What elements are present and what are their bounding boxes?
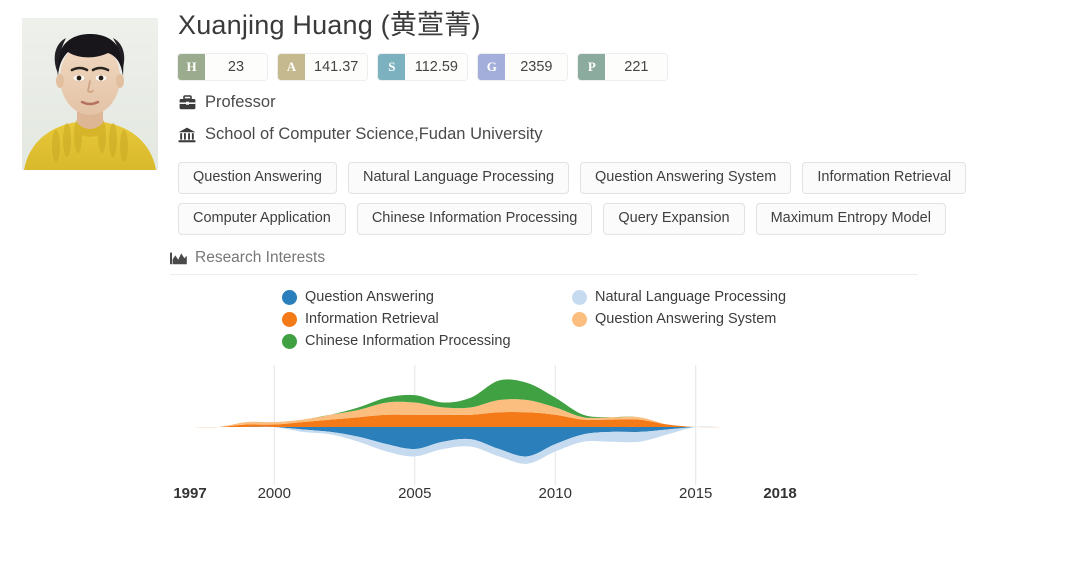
legend-label: Chinese Information Processing [305,333,511,349]
metric-badge-p[interactable]: P 221 [578,54,668,80]
profile-photo[interactable] [22,18,158,170]
legend-entry[interactable]: Natural Language Processing [572,289,918,305]
metric-badge-s[interactable]: S 112.59 [378,54,468,80]
metric-key-label: H [178,54,205,80]
research-tag-chip[interactable]: Maximum Entropy Model [755,203,946,235]
research-tag-chip[interactable]: Chinese Information Processing [356,203,593,235]
research-tag-chip[interactable]: Information Retrieval [802,162,967,194]
legend-label: Question Answering [305,289,434,305]
legend-label: Question Answering System [595,311,777,327]
metric-value: 141.37 [305,54,368,80]
research-tag-chip[interactable]: Question Answering [178,162,337,194]
research-interests-streamgraph[interactable] [160,365,920,485]
research-interests-title: Research Interests [195,249,326,266]
research-tag-chip[interactable]: Question Answering System [580,162,792,194]
research-tags-list: Question Answering Natural Language Proce… [178,162,1038,235]
metric-key-label: P [578,54,606,80]
legend-color-swatch [282,289,297,305]
research-tag-chip[interactable]: Computer Application [178,203,346,235]
legend-color-swatch [572,311,587,327]
institution-icon [178,126,196,144]
briefcase-icon [178,94,196,112]
legend-entry[interactable]: Chinese Information Processing [282,333,572,349]
research-interests-header: Research Interests [170,249,918,275]
research-tag-chip[interactable]: Query Expansion [603,203,745,235]
x-axis-tick-label: 2018 [763,485,797,502]
metrics-row: H 23 A 141.37 S 112.59 G 2359 P 221 [178,54,1068,80]
profile-info-panel: Xuanjing Huang (黄萱菁) H 23 A 141.37 S 112.59 G 2… [170,0,1068,511]
area-chart-icon [170,252,187,265]
metric-key-label: A [278,54,305,80]
metric-key-label: G [478,54,506,80]
legend-label: Information Retrieval [305,311,439,327]
x-axis-tick-label: 2000 [257,485,291,502]
legend-color-swatch [282,311,297,327]
affiliation-line: School of Computer Science,Fudan Univers… [178,125,1068,144]
position-line: Professor [178,93,1068,112]
affiliation-label: School of Computer Science,Fudan Univers… [205,125,543,143]
stream-band[interactable] [190,411,780,428]
legend-entry[interactable]: Question Answering System [572,311,918,327]
metric-badge-a[interactable]: A 141.37 [278,54,368,80]
position-label: Professor [205,93,276,111]
stream-band[interactable] [190,426,780,457]
streamgraph-svg [190,365,780,485]
research-tag-chip[interactable]: Natural Language Processing [347,162,570,194]
metric-value: 23 [205,54,267,80]
research-interests-section: Research Interests Question Answering Nat… [170,249,918,511]
legend-entry[interactable]: Question Answering [282,289,572,305]
metric-key-label: S [378,54,406,80]
page-title: Xuanjing Huang (黄萱菁) [178,10,481,40]
legend-color-swatch [282,333,297,349]
x-axis-tick-label: 2005 [398,485,432,502]
legend-color-swatch [572,289,587,305]
chart-x-axis: 1997 2000 2005 2010 2015 2018 [160,485,920,511]
metric-value: 2359 [505,54,568,80]
legend-entry[interactable]: Information Retrieval [282,311,572,327]
chart-legend: Question Answering Natural Language Proce… [282,289,918,349]
portrait-photo-image [22,18,158,170]
metric-value: 221 [605,54,668,80]
metric-badge-g[interactable]: G 2359 [478,54,568,80]
x-axis-tick-label: 1997 [173,485,207,502]
metric-value: 112.59 [405,54,468,80]
x-axis-tick-label: 2015 [679,485,713,502]
legend-label: Natural Language Processing [595,289,787,305]
metric-badge-h[interactable]: H 23 [178,54,267,80]
x-axis-tick-label: 2010 [538,485,572,502]
